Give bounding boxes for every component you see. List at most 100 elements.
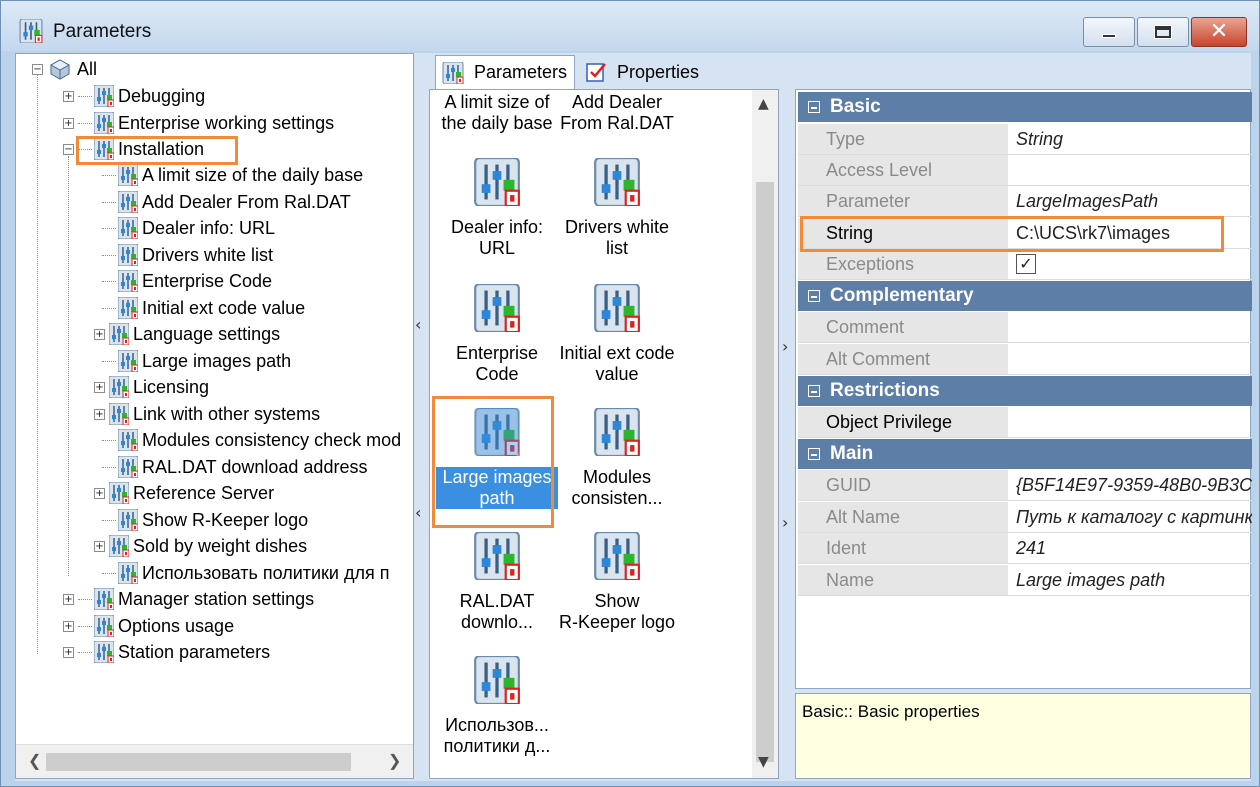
collapse-left-icon[interactable]: ‹ [415,315,421,334]
property-value[interactable]: {B5F14E97-9359-48B0-9B3C [1010,470,1252,500]
tab-parameters[interactable]: Parameters [435,55,575,89]
expand-right-icon[interactable]: › [782,337,788,356]
tree-item-folder[interactable]: + Enterprise working settings [63,110,334,136]
collapse-icon[interactable] [808,385,820,397]
tile-modules-consistency[interactable]: Modules consisten... [556,406,678,509]
tree-item-parameter[interactable]: Modules consistency check mod [102,427,401,453]
tile-label: Drivers white list [556,217,678,259]
property-row-ident[interactable]: Ident 241 [798,533,1252,564]
parameter-icon [118,350,138,372]
tile-dealer-info[interactable]: Dealer info: URL [436,156,558,259]
property-value[interactable]: String [1010,124,1252,154]
collapse-left-icon[interactable]: ‹ [415,503,421,522]
tab-properties[interactable]: Properties [579,55,719,89]
expand-right-icon[interactable]: › [782,513,788,532]
tree-item-label: Manager station settings [118,588,315,609]
tree-item-parameter[interactable]: Show R-Keeper logo [102,507,308,533]
tree-item-folder[interactable]: + Licensing [94,374,209,400]
collapse-icon[interactable]: − [63,143,74,155]
property-value[interactable]: 241 [1010,533,1252,563]
tree-item-parameter[interactable]: Add Dealer From Ral.DAT [102,189,351,215]
icon-view-vertical-scrollbar[interactable]: ▲ ▼ [752,90,778,778]
tree-item-parameter[interactable]: A limit size of the daily base [102,162,363,188]
collapse-icon[interactable] [808,290,820,302]
scroll-thumb[interactable] [46,753,351,771]
collapse-icon[interactable] [808,101,820,113]
collapse-icon[interactable] [808,448,820,460]
tree-item-folder[interactable]: + Options usage [63,613,234,639]
expand-icon[interactable]: + [63,646,74,658]
minimize-button[interactable] [1083,17,1135,47]
tile-drivers-white-list[interactable]: Drivers white list [556,156,678,259]
scroll-down-icon[interactable]: ▼ [758,754,769,770]
collapse-icon[interactable]: − [32,63,43,75]
property-value[interactable]: Путь к каталогу с картинка [1010,502,1252,532]
tree-item-parameter[interactable]: Использовать политики для п [102,560,390,586]
property-value[interactable] [1010,155,1252,185]
tile-enterprise-code[interactable]: Enterprise Code [436,282,558,385]
property-row-parameter[interactable]: Parameter LargeImagesPath [798,186,1252,217]
property-row-guid[interactable]: GUID {B5F14E97-9359-48B0-9B3C [798,470,1252,501]
property-row-type[interactable]: Type String [798,124,1252,155]
property-row-name[interactable]: Name Large images path [798,565,1252,596]
expand-icon[interactable]: + [63,117,74,129]
tree-item-folder[interactable]: + Manager station settings [63,586,314,612]
tree-item-label: All [77,58,98,79]
tree-horizontal-scrollbar[interactable]: ❮ ❯ [16,744,413,778]
tree-item-parameter[interactable]: RAL.DAT download address [102,454,367,480]
tree-item-all[interactable]: − All [32,56,97,82]
tree-item-folder[interactable]: + Station parameters [63,639,270,665]
property-row-comment[interactable]: Comment [798,312,1252,343]
expand-icon[interactable]: + [63,620,74,632]
scroll-right-icon[interactable]: ❯ [388,751,401,771]
tree-item-folder[interactable]: + Debugging [63,83,205,109]
exceptions-checkbox[interactable]: ✓ [1016,254,1036,274]
tree-item-folder[interactable]: + Reference Server [94,480,274,506]
property-row-exceptions[interactable]: Exceptions ✓ [798,249,1252,280]
tree-item-folder[interactable]: + Language settings [94,321,280,347]
property-row-object-privilege[interactable]: Object Privilege [798,407,1252,438]
tile-label-line: URL [478,238,515,258]
tree-item-parameter[interactable]: Initial ext code value [102,295,305,321]
tree-item-label: Station parameters [118,641,271,662]
scroll-left-icon[interactable]: ❮ [28,751,41,771]
expand-icon[interactable]: + [94,408,105,420]
tree-item-parameter[interactable]: Enterprise Code [102,268,272,294]
tree-item-parameter[interactable]: Large images path [102,348,291,374]
tile-initial-ext-code[interactable]: Initial ext code value [556,282,678,385]
section-restrictions[interactable]: Restrictions [798,376,1252,406]
expand-icon[interactable]: + [94,328,105,340]
expand-icon[interactable]: + [94,381,105,393]
scroll-up-icon[interactable]: ▲ [758,96,769,112]
tile-ral-dat-download[interactable]: RAL.DAT downlo... [436,530,558,633]
property-value[interactable] [1010,407,1252,437]
tree-item-folder[interactable]: + Sold by weight dishes [94,533,307,559]
scroll-thumb[interactable] [756,182,774,762]
tile-show-rkeeper-logo[interactable]: Show R-Keeper logo [556,530,678,633]
tree-item-folder[interactable]: + Link with other systems [94,401,320,427]
property-name: Alt Comment [798,344,1008,374]
expand-icon[interactable]: + [63,90,74,102]
section-complementary[interactable]: Complementary [798,281,1252,311]
expand-icon[interactable]: + [63,593,74,605]
expand-icon[interactable]: + [94,540,105,552]
parameter-icon [118,164,138,186]
section-main[interactable]: Main [798,439,1252,469]
property-row-access-level[interactable]: Access Level [798,155,1252,186]
property-row-alt-name[interactable]: Alt Name Путь к каталогу с картинка [798,502,1252,533]
tile-add-dealer[interactable]: Add Dealer From Ral.DAT [556,92,678,134]
tree-item-parameter[interactable]: Dealer info: URL [102,215,275,241]
property-value[interactable]: LargeImagesPath [1010,186,1252,216]
property-row-alt-comment[interactable]: Alt Comment [798,344,1252,375]
close-button[interactable]: ✕ [1191,17,1247,47]
maximize-button[interactable] [1137,17,1189,47]
expand-icon[interactable]: + [94,487,105,499]
tree-item-parameter[interactable]: Drivers white list [102,242,273,268]
tile-limit-size[interactable]: A limit size of the daily base [436,92,558,134]
property-value[interactable]: Large images path [1010,565,1252,595]
tile-label-line: Использов... [445,715,549,735]
tile-use-policies[interactable]: Использов... политики д... [436,654,558,757]
property-value[interactable] [1010,312,1252,342]
section-basic[interactable]: Basic [798,92,1252,122]
property-value[interactable] [1010,344,1252,374]
